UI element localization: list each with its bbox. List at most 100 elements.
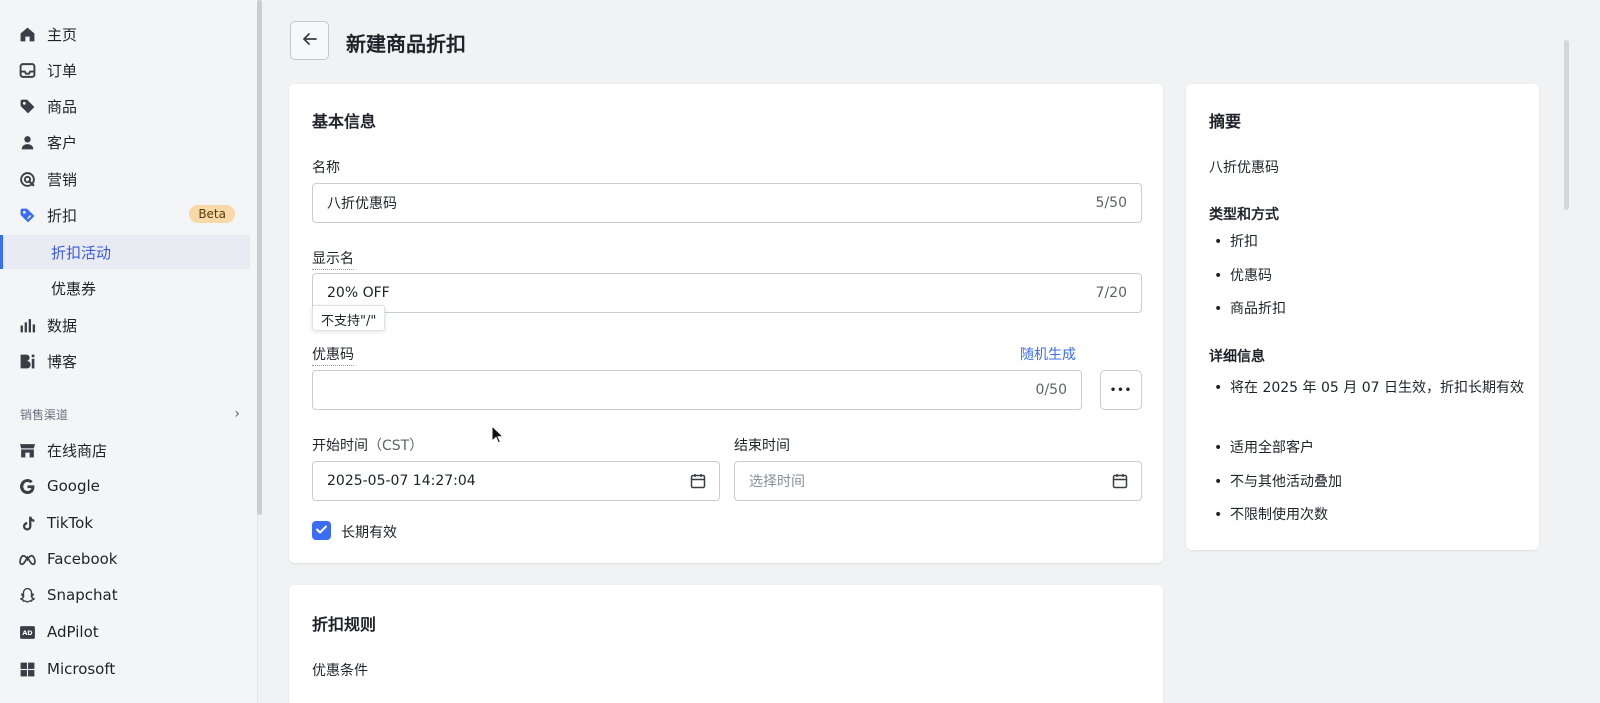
- sidebar-item-label: 折扣: [47, 206, 78, 225]
- summary-name: 八折优惠码: [1209, 160, 1279, 176]
- long-term-label: 长期有效: [341, 525, 397, 541]
- sidebar-item-home[interactable]: 主页: [0, 17, 250, 51]
- sidebar-subitem-label: 优惠券: [51, 279, 97, 298]
- sidebar-item-microsoft[interactable]: Microsoft: [0, 652, 250, 686]
- name-input[interactable]: 八折优惠码 5/50: [312, 183, 1142, 223]
- sidebar-item-label: 主页: [47, 25, 78, 44]
- bar-chart-icon: [18, 316, 36, 334]
- sidebar-item-customers[interactable]: 客户: [0, 125, 250, 159]
- start-time-value: 2025-05-07 14:27:04: [327, 473, 476, 489]
- detail-heading: 详细信息: [1209, 349, 1265, 365]
- summary-title: 摘要: [1209, 112, 1242, 131]
- coupon-code-counter: 0/50: [1035, 382, 1067, 398]
- more-options-button[interactable]: •••: [1100, 370, 1142, 410]
- sidebar-subitem-discount-campaigns[interactable]: 折扣活动: [0, 235, 250, 269]
- display-name-input[interactable]: 20% OFF 7/20: [312, 273, 1142, 313]
- sidebar-item-label: 数据: [47, 316, 78, 335]
- sidebar-item-snapchat[interactable]: Snapchat: [0, 578, 250, 612]
- checkmark-icon: [315, 521, 328, 540]
- type-item: 优惠码: [1214, 263, 1272, 290]
- end-time-placeholder: 选择时间: [749, 474, 805, 490]
- sidebar-item-label: 营销: [47, 170, 78, 189]
- tooltip: 不支持"/": [312, 305, 386, 331]
- sidebar-scrollbar[interactable]: [257, 0, 262, 515]
- svg-text:AD: AD: [22, 629, 32, 637]
- discount-rules-title: 折扣规则: [312, 615, 377, 634]
- sidebar-item-products[interactable]: 商品: [0, 89, 250, 123]
- sidebar-item-online-store[interactable]: 在线商店: [0, 433, 250, 467]
- section-label: 销售渠道: [20, 408, 69, 422]
- sidebar: 主页 订单 商品 客户 营销 折扣 Beta 折扣活动 优惠券 数据 博客 销售…: [0, 0, 258, 703]
- coupon-code-input[interactable]: 0/50: [312, 370, 1082, 410]
- sidebar-item-label: Facebook: [47, 550, 118, 568]
- calendar-icon: [1112, 473, 1128, 489]
- discount-rules-card: [289, 585, 1163, 703]
- beta-badge: Beta: [189, 205, 235, 223]
- main-scrollbar[interactable]: [1564, 40, 1569, 210]
- type-item: 折扣: [1214, 229, 1258, 256]
- display-name-value: 20% OFF: [327, 285, 390, 301]
- name-counter: 5/50: [1095, 195, 1127, 211]
- sidebar-item-facebook[interactable]: Facebook: [0, 542, 250, 576]
- tiktok-icon: [18, 514, 36, 532]
- name-value: 八折优惠码: [327, 196, 397, 212]
- sidebar-item-label: 博客: [47, 352, 78, 371]
- sidebar-item-adpilot[interactable]: AD AdPilot: [0, 615, 250, 649]
- sidebar-item-label: AdPilot: [47, 623, 99, 641]
- start-time-timezone: （CST）: [368, 438, 424, 454]
- start-time-input[interactable]: 2025-05-07 14:27:04: [312, 461, 720, 501]
- sidebar-item-blog[interactable]: 博客: [0, 344, 250, 378]
- sales-channels-section[interactable]: 销售渠道 ›: [20, 406, 240, 423]
- sidebar-item-label: 商品: [47, 97, 78, 116]
- snapchat-icon: [18, 586, 36, 604]
- microsoft-icon: [18, 660, 36, 678]
- target-icon: [18, 170, 36, 188]
- display-name-label: 显示名: [312, 248, 354, 270]
- basic-info-title: 基本信息: [312, 112, 377, 131]
- sidebar-item-google[interactable]: Google: [0, 469, 250, 503]
- coupon-code-label: 优惠码: [312, 344, 354, 366]
- sidebar-item-orders[interactable]: 订单: [0, 53, 250, 87]
- sidebar-item-tiktok[interactable]: TikTok: [0, 506, 250, 540]
- start-time-label: 开始时间（CST）: [312, 435, 423, 455]
- store-icon: [18, 441, 36, 459]
- back-button[interactable]: [290, 21, 329, 60]
- inbox-icon: [18, 61, 36, 79]
- sidebar-item-label: Microsoft: [47, 660, 116, 678]
- more-horizontal-icon: •••: [1109, 384, 1133, 396]
- sidebar-item-label: TikTok: [47, 514, 94, 532]
- google-icon: [18, 477, 36, 495]
- end-time-input[interactable]: 选择时间: [734, 461, 1142, 501]
- name-label: 名称: [312, 160, 340, 176]
- sidebar-item-label: Google: [47, 477, 100, 495]
- page-title: 新建商品折扣: [346, 32, 466, 56]
- sidebar-subitem-coupons[interactable]: 优惠券: [0, 271, 250, 305]
- detail-item: 将在 2025 年 05 月 07 日生效，折扣长期有效: [1214, 375, 1525, 402]
- person-icon: [18, 133, 36, 151]
- blog-icon: [18, 352, 36, 370]
- sidebar-item-label: 订单: [47, 61, 78, 80]
- type-item: 商品折扣: [1214, 296, 1286, 323]
- sidebar-item-discounts[interactable]: 折扣 Beta: [0, 198, 250, 232]
- detail-item: 不限制使用次数: [1214, 502, 1328, 529]
- random-generate-link[interactable]: 随机生成: [1020, 344, 1076, 364]
- long-term-checkbox[interactable]: [312, 521, 331, 540]
- meta-icon: [18, 550, 36, 568]
- sidebar-item-marketing[interactable]: 营销: [0, 162, 250, 196]
- chevron-right-icon: ›: [234, 406, 240, 422]
- adpilot-icon: AD: [18, 623, 36, 641]
- sidebar-subitem-label: 折扣活动: [51, 243, 112, 262]
- condition-label: 优惠条件: [312, 663, 368, 679]
- tag-icon: [18, 97, 36, 115]
- display-name-counter: 7/20: [1095, 285, 1127, 301]
- detail-item: 不与其他活动叠加: [1214, 469, 1342, 496]
- discount-tag-icon: [18, 206, 36, 224]
- mouse-cursor-icon: [491, 424, 505, 445]
- calendar-icon: [690, 473, 706, 489]
- type-heading: 类型和方式: [1209, 207, 1279, 223]
- sidebar-item-analytics[interactable]: 数据: [0, 308, 250, 342]
- sidebar-item-label: 在线商店: [47, 441, 108, 460]
- arrow-left-icon: [301, 30, 319, 52]
- home-icon: [18, 25, 36, 43]
- sidebar-item-label: Snapchat: [47, 586, 118, 604]
